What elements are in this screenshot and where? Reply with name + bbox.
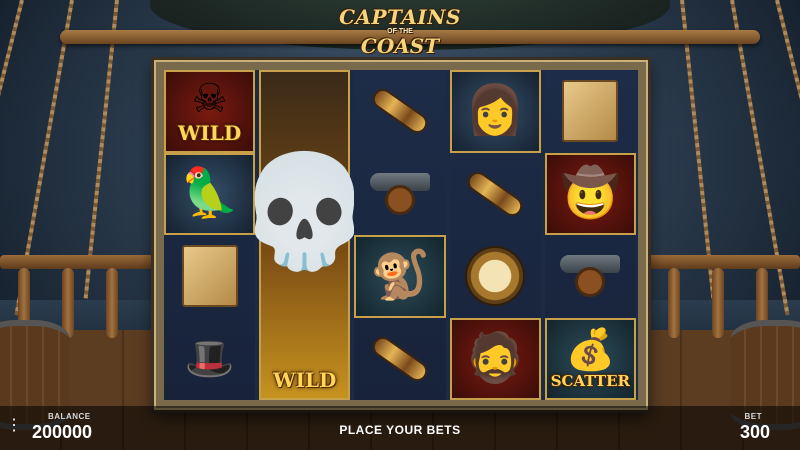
- cannon-icon: [369, 172, 430, 215]
- spyglass-icon: [371, 335, 429, 382]
- treasure-map-icon: [181, 245, 238, 308]
- spyglass-icon: [371, 88, 429, 135]
- logo-title-line3: COAST: [360, 34, 440, 58]
- reels-grid: ☠ WILD 🦜 🎩 💀 WILD 🐒 👩 🧔 🤠 💰 SCATTER: [164, 70, 638, 400]
- symbol-cell: 💰 SCATTER: [544, 317, 636, 400]
- logo-title-line1: CAPTAINS: [339, 5, 461, 29]
- baluster: [712, 268, 724, 338]
- eyepatch-pirate-icon: 🧔: [465, 331, 526, 385]
- right-railing: [640, 255, 800, 269]
- wild-label: WILD: [177, 121, 242, 146]
- cannon-icon: [560, 255, 621, 298]
- symbol-cell: [545, 70, 636, 153]
- reel-2: 💀 WILD: [236, 70, 373, 400]
- symbol-cell: 🎩: [164, 318, 255, 401]
- reel-4: 👩 🧔: [449, 70, 541, 400]
- skeleton-captain-wild-icon: 💀: [236, 150, 374, 273]
- baluster: [106, 268, 118, 338]
- treasure-chest-scatter-icon: 💰: [565, 327, 616, 372]
- treasure-map-icon: [562, 80, 619, 143]
- skull-wild-icon: ☠: [191, 77, 228, 122]
- game-logo: CAPTAINS OF THE COAST: [332, 6, 468, 58]
- parrot-icon: 🦜: [179, 166, 240, 220]
- spyglass-icon: [466, 170, 524, 217]
- pirate-hat-icon: 🎩: [184, 336, 235, 381]
- monkey-icon: 🐒: [370, 249, 430, 303]
- scatter-label: SCATTER: [550, 371, 630, 390]
- reels-frame: ☠ WILD 🦜 🎩 💀 WILD 🐒 👩 🧔 🤠 💰 SCATTER: [154, 60, 648, 410]
- compass-icon: [467, 248, 524, 305]
- baluster: [668, 268, 680, 338]
- symbol-cell: [354, 70, 445, 153]
- reel-5: 🤠 💰 SCATTER: [544, 70, 636, 400]
- wild-label: WILD: [273, 368, 337, 392]
- symbol-cell: [354, 153, 445, 236]
- balance-label: BALANCE: [48, 412, 91, 421]
- pirate-woman-icon: 👩: [465, 84, 526, 138]
- left-railing: [0, 255, 170, 269]
- symbol-cell: 🤠: [544, 152, 636, 235]
- bet-value[interactable]: 300: [740, 422, 770, 443]
- baluster: [62, 268, 74, 338]
- symbol-cell: [450, 153, 541, 236]
- symbol-cell: 🧔: [449, 317, 541, 400]
- status-message: PLACE YOUR BETS: [339, 423, 461, 437]
- symbol-cell: [450, 235, 541, 318]
- symbol-cell: [545, 235, 636, 318]
- symbol-cell-tall: 💀 WILD: [236, 70, 373, 400]
- pirate-captain-icon: 🤠: [560, 166, 621, 220]
- symbol-cell: 👩: [449, 70, 541, 153]
- symbol-cell: 🐒: [354, 235, 446, 318]
- bet-label: BET: [744, 412, 762, 421]
- reel-3: 🐒: [354, 70, 446, 401]
- symbol-cell: [354, 318, 445, 401]
